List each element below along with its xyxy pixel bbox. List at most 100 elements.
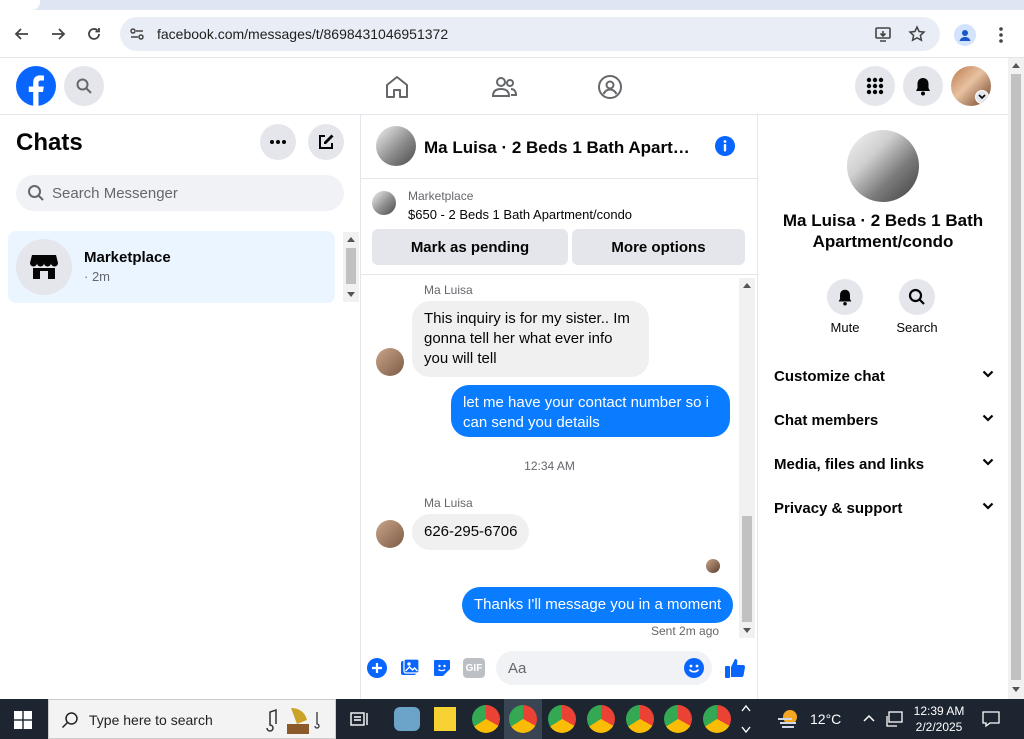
conversation-avatar[interactable] (376, 126, 416, 166)
windows-taskbar: Type here to search 12°C 12:39 AM 2/2/20… (0, 699, 1024, 739)
taskbar-search-input[interactable]: Type here to search (48, 699, 336, 739)
message-line: you will tell (424, 350, 497, 367)
account-chevron-icon (975, 90, 989, 104)
browser-toolbar: facebook.com/messages/t/8698431046951372 (0, 10, 1024, 58)
listing-title[interactable]: $650 - 2 Beds 1 Bath Apartment/condo (408, 207, 632, 222)
forward-arrow-icon[interactable] (46, 22, 70, 46)
incoming-message[interactable]: 626-295-6706 (412, 514, 530, 550)
network-icon[interactable] (886, 710, 904, 728)
mute-label[interactable]: Mute (814, 320, 876, 335)
page-scrollbar[interactable] (1008, 58, 1024, 699)
sender-avatar[interactable] (376, 520, 404, 548)
sender-avatar[interactable] (376, 348, 404, 376)
chrome-icon[interactable] (587, 705, 615, 733)
conversation-header: Ma Luisa · 2 Beds 1 Bath Apartme... (361, 115, 758, 179)
marketplace-label: Marketplace (408, 189, 474, 203)
weather-temperature[interactable]: 12°C (810, 711, 841, 727)
conversation-scrollbar[interactable] (739, 278, 755, 638)
chrome-icon[interactable] (509, 705, 537, 733)
outgoing-message[interactable]: Thanks I'll message you in a moment (462, 587, 734, 623)
search-icon[interactable] (64, 66, 104, 106)
message-input[interactable]: Aa (496, 651, 712, 685)
scroll-up-arrow-icon[interactable] (347, 237, 355, 242)
sticky-notes-icon[interactable] (434, 707, 456, 731)
conversation-scroll-thumb[interactable] (742, 516, 752, 622)
scroll-down-arrow-icon[interactable] (1012, 687, 1020, 692)
details-name-line: Apartment/condo (812, 232, 954, 251)
groups-icon[interactable] (597, 74, 623, 100)
section-label: Media, files and links (774, 456, 925, 473)
friends-icon[interactable] (491, 74, 517, 100)
profile-icon[interactable] (954, 24, 976, 46)
menu-grid-icon[interactable] (855, 66, 895, 106)
url-text[interactable]: facebook.com/messages/t/8698431046951372 (157, 26, 448, 42)
info-icon[interactable] (715, 136, 735, 156)
windows-start-icon[interactable] (14, 711, 32, 729)
task-view-icon[interactable] (350, 710, 370, 728)
details-name-line: Ma Luisa · 2 Beds 1 Bath (782, 211, 984, 230)
photo-icon[interactable] (400, 658, 420, 678)
incoming-message[interactable]: This inquiry is for my sister.. Im gonna… (412, 301, 649, 377)
conversation-title[interactable]: Ma Luisa · 2 Beds 1 Bath Apartme... (424, 138, 704, 158)
customize-chat-section[interactable]: Customize chat (774, 368, 994, 385)
chrome-icon[interactable] (703, 705, 731, 733)
install-app-icon[interactable] (874, 25, 892, 43)
gif-icon[interactable]: GIF (463, 658, 485, 678)
chrome-icon[interactable] (472, 705, 500, 733)
reload-icon[interactable] (82, 22, 106, 46)
privacy-support-section[interactable]: Privacy & support (774, 500, 994, 517)
paint-app-icon[interactable] (394, 707, 420, 731)
messenger-search-input[interactable]: Search Messenger (16, 175, 344, 211)
chrome-icon[interactable] (664, 705, 692, 733)
site-settings-icon[interactable] (129, 26, 145, 42)
sent-status: Sent 2m ago (651, 624, 720, 638)
active-tab[interactable] (0, 0, 40, 10)
search-highlight-gramophone-icon (263, 704, 329, 736)
plus-icon[interactable] (367, 658, 387, 678)
chats-scroll-thumb[interactable] (346, 248, 356, 284)
search-placeholder: Search Messenger (52, 185, 178, 202)
search-in-chat-icon[interactable] (899, 279, 935, 315)
page-scroll-thumb[interactable] (1011, 74, 1021, 680)
sticker-icon[interactable] (432, 658, 452, 678)
notifications-icon[interactable] (982, 710, 1000, 728)
chats-scrollbar[interactable] (343, 232, 359, 302)
new-message-icon[interactable] (308, 124, 344, 160)
outgoing-message[interactable]: let me have your contact number so i can… (451, 385, 730, 437)
listing-profile-photo[interactable] (847, 130, 919, 202)
read-receipt-avatar (706, 559, 720, 573)
home-icon[interactable] (384, 74, 410, 100)
scroll-down-arrow-icon[interactable] (743, 628, 751, 633)
browser-menu-icon[interactable] (996, 26, 1006, 44)
media-files-links-section[interactable]: Media, files and links (774, 456, 994, 473)
system-clock[interactable]: 12:39 AM 2/2/2025 (912, 703, 966, 735)
emoji-icon[interactable] (684, 658, 704, 678)
taskbar-scroll-arrows-icon[interactable] (740, 701, 752, 737)
thumbs-up-icon[interactable] (724, 657, 746, 679)
search-icon (27, 184, 45, 202)
chat-options-icon[interactable] (260, 124, 296, 160)
mute-bell-icon[interactable] (827, 279, 863, 315)
chat-details-panel: Ma Luisa · 2 Beds 1 Bath Apartment/condo… (758, 115, 1008, 699)
more-options-button[interactable]: More options (572, 229, 745, 265)
scroll-up-arrow-icon[interactable] (1012, 63, 1020, 68)
account-avatar[interactable] (951, 66, 991, 106)
facebook-logo-icon[interactable] (16, 66, 56, 106)
address-bar[interactable]: facebook.com/messages/t/8698431046951372 (120, 17, 940, 51)
chat-item-name: Marketplace (84, 249, 171, 266)
mark-as-pending-button[interactable]: Mark as pending (372, 229, 568, 265)
listing-thumbnail[interactable] (372, 191, 396, 215)
notifications-bell-icon[interactable] (903, 66, 943, 106)
chrome-icon[interactable] (626, 705, 654, 733)
scroll-down-arrow-icon[interactable] (347, 292, 355, 297)
search-label[interactable]: Search (886, 320, 948, 335)
chat-list-item[interactable]: Marketplace · 2m (8, 231, 335, 303)
chat-members-section[interactable]: Chat members (774, 412, 994, 429)
back-arrow-icon[interactable] (10, 22, 34, 46)
chrome-icon[interactable] (548, 705, 576, 733)
show-hidden-icons-chevron-icon[interactable] (862, 713, 876, 723)
scroll-up-arrow-icon[interactable] (743, 283, 751, 288)
weather-icon[interactable] (776, 707, 802, 731)
facebook-header (0, 58, 1008, 115)
bookmark-star-icon[interactable] (908, 25, 926, 43)
